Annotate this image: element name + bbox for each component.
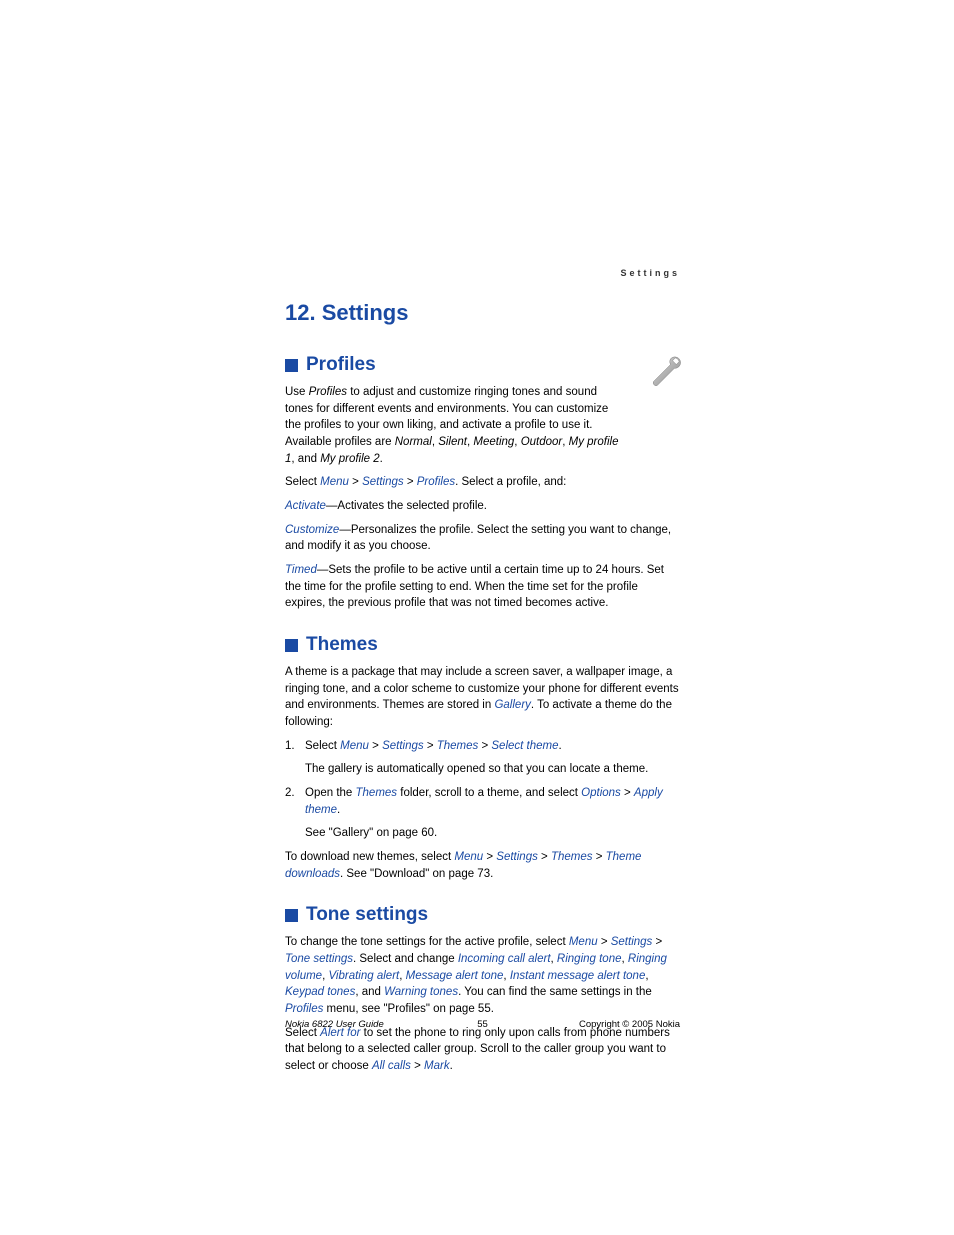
menu-link[interactable]: Menu: [569, 936, 598, 948]
select-theme-link[interactable]: Select theme: [491, 740, 558, 752]
chapter-title: 12. Settings: [285, 300, 680, 326]
running-header: Settings: [620, 268, 680, 278]
customize-link[interactable]: Customize: [285, 524, 339, 536]
settings-link[interactable]: Settings: [496, 851, 538, 863]
section-bullet-icon: [285, 639, 298, 652]
settings-link[interactable]: Settings: [382, 740, 424, 752]
profiles-select-path: Select Menu > Settings > Profiles. Selec…: [285, 474, 680, 491]
menu-link[interactable]: Menu: [320, 476, 349, 488]
profiles-intro: Use Profiles to adjust and customize rin…: [285, 384, 623, 467]
section-tone-heading: Tone settings: [285, 904, 680, 926]
activate-link[interactable]: Activate: [285, 500, 326, 512]
all-calls-link[interactable]: All calls: [372, 1060, 411, 1072]
themes-folder-link[interactable]: Themes: [356, 787, 398, 799]
section-profiles-heading: Profiles: [285, 354, 680, 376]
section-themes-heading: Themes: [285, 634, 680, 656]
profiles-timed: Timed—Sets the profile to be active unti…: [285, 562, 680, 612]
wrench-icon: [644, 355, 682, 393]
gallery-link[interactable]: Gallery: [494, 699, 530, 711]
page-content: Settings 12. Settings Profiles Use Profi…: [285, 270, 680, 1082]
ringing-tone-link[interactable]: Ringing tone: [557, 953, 622, 965]
themes-steps: 1. Select Menu > Settings > Themes > Sel…: [285, 738, 680, 842]
vibrating-alert-link[interactable]: Vibrating alert: [328, 970, 399, 982]
incoming-call-alert-link[interactable]: Incoming call alert: [458, 953, 551, 965]
profiles-link[interactable]: Profiles: [417, 476, 455, 488]
settings-link[interactable]: Settings: [362, 476, 404, 488]
tone-settings-link[interactable]: Tone settings: [285, 953, 353, 965]
keypad-tones-link[interactable]: Keypad tones: [285, 986, 355, 998]
options-link[interactable]: Options: [581, 787, 621, 799]
footer-page-number: 55: [477, 1019, 488, 1030]
settings-link[interactable]: Settings: [611, 936, 653, 948]
message-alert-tone-link[interactable]: Message alert tone: [406, 970, 504, 982]
step-sub: The gallery is automatically opened so t…: [305, 761, 680, 778]
themes-link[interactable]: Themes: [551, 851, 593, 863]
profiles-customize: Customize—Personalizes the profile. Sele…: [285, 522, 680, 555]
warning-tones-link[interactable]: Warning tones: [384, 986, 458, 998]
themes-link[interactable]: Themes: [437, 740, 479, 752]
section-bullet-icon: [285, 359, 298, 372]
section-heading-text: Profiles: [306, 354, 376, 376]
section-heading-text: Themes: [306, 634, 378, 656]
step-sub: See "Gallery" on page 60.: [305, 825, 680, 842]
footer-copyright: Copyright © 2005 Nokia: [579, 1019, 680, 1030]
menu-link[interactable]: Menu: [454, 851, 483, 863]
list-item: 1. Select Menu > Settings > Themes > Sel…: [285, 738, 680, 778]
tone-alert-for: Select Alert for to set the phone to rin…: [285, 1025, 680, 1075]
themes-download: To download new themes, select Menu > Se…: [285, 849, 680, 882]
section-bullet-icon: [285, 909, 298, 922]
menu-link[interactable]: Menu: [340, 740, 369, 752]
timed-link[interactable]: Timed: [285, 564, 317, 576]
footer-guide-name: Nokia 6822 User Guide: [285, 1019, 384, 1030]
profiles-activate: Activate—Activates the selected profile.: [285, 498, 680, 515]
page-footer: Nokia 6822 User Guide 55 Copyright © 200…: [285, 1019, 680, 1030]
themes-intro: A theme is a package that may include a …: [285, 664, 680, 731]
section-heading-text: Tone settings: [306, 904, 428, 926]
tone-intro: To change the tone settings for the acti…: [285, 934, 680, 1017]
profiles-link[interactable]: Profiles: [285, 1003, 323, 1015]
list-item: 2. Open the Themes folder, scroll to a t…: [285, 785, 680, 842]
instant-message-alert-tone-link[interactable]: Instant message alert tone: [510, 970, 646, 982]
mark-link[interactable]: Mark: [424, 1060, 450, 1072]
